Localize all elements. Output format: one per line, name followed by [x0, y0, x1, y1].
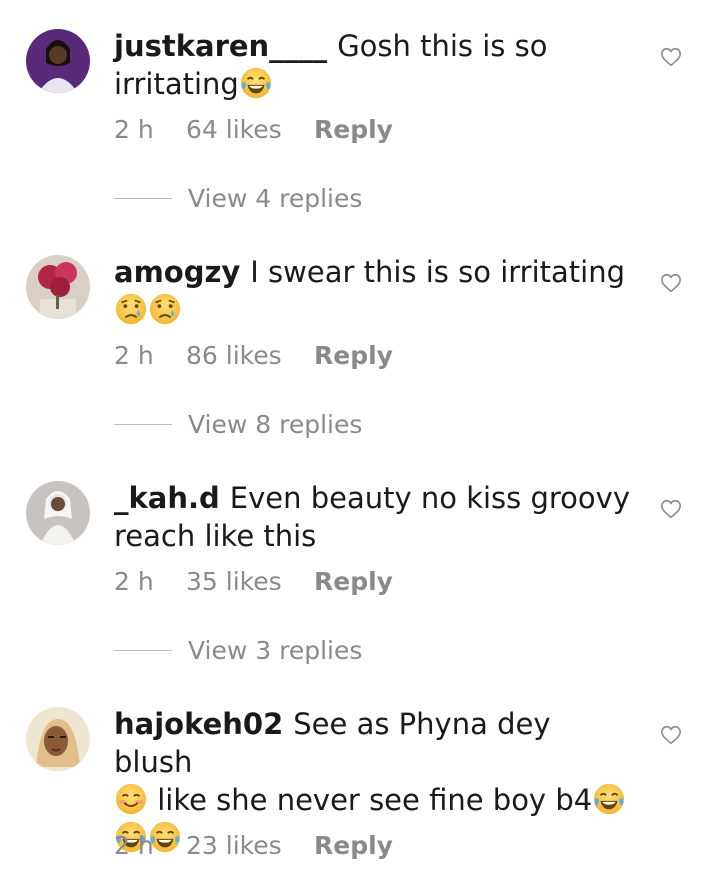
heart-outline-icon[interactable] [660, 46, 682, 68]
comment-body: I swear this is so irritating [250, 255, 626, 289]
comment-text: _kah.d Even beauty no kiss groovy reach l… [114, 479, 634, 555]
comment-likes[interactable]: 35 likes [186, 567, 314, 596]
comment-time: 2 h [114, 341, 154, 370]
face-with-tears-of-joy-icon [239, 66, 273, 100]
view-replies-label: View 8 replies [188, 410, 363, 439]
comment-meta: 2 h 23 likes Reply [114, 831, 393, 860]
comment-meta: 2 h 64 likes Reply [114, 115, 393, 144]
comment-username[interactable]: _kah.d [114, 481, 220, 515]
comment-time: 2 h [114, 831, 154, 860]
comment-body-continued: like she never see fine boy b4 [157, 783, 593, 817]
comment-text: amogzy I swear this is so irritating [114, 253, 634, 329]
comment-text: justkaren____ Gosh this is so irritating [114, 27, 634, 103]
comment-time: 2 h [114, 115, 154, 144]
divider [114, 424, 172, 425]
comment-likes[interactable]: 64 likes [186, 115, 314, 144]
avatar[interactable] [26, 255, 90, 319]
comment-time: 2 h [114, 567, 154, 596]
view-replies-label: View 4 replies [188, 184, 363, 213]
divider [114, 198, 172, 199]
reply-button[interactable]: Reply [314, 831, 393, 860]
crying-face-icon [114, 292, 148, 326]
comment-username[interactable]: justkaren____ [114, 29, 327, 63]
view-replies-button[interactable]: View 8 replies [114, 410, 362, 439]
comment-likes[interactable]: 23 likes [186, 831, 314, 860]
heart-outline-icon[interactable] [660, 724, 682, 746]
comment-meta: 2 h 86 likes Reply [114, 341, 393, 370]
comment-likes[interactable]: 86 likes [186, 341, 314, 370]
avatar[interactable] [26, 707, 90, 771]
reply-button[interactable]: Reply [314, 341, 393, 370]
view-replies-label: View 3 replies [188, 636, 363, 665]
crying-face-icon [148, 292, 182, 326]
view-replies-button[interactable]: View 4 replies [114, 184, 362, 213]
heart-outline-icon[interactable] [660, 272, 682, 294]
view-replies-button[interactable]: View 3 replies [114, 636, 362, 665]
comment-username[interactable]: hajokeh02 [114, 707, 283, 741]
smiling-face-icon [114, 782, 148, 816]
heart-outline-icon[interactable] [660, 498, 682, 520]
avatar[interactable] [26, 29, 90, 93]
avatar[interactable] [26, 481, 90, 545]
face-with-tears-of-joy-icon [592, 782, 626, 816]
comment-meta: 2 h 35 likes Reply [114, 567, 393, 596]
reply-button[interactable]: Reply [314, 567, 393, 596]
divider [114, 650, 172, 651]
reply-button[interactable]: Reply [314, 115, 393, 144]
comment-username[interactable]: amogzy [114, 255, 240, 289]
